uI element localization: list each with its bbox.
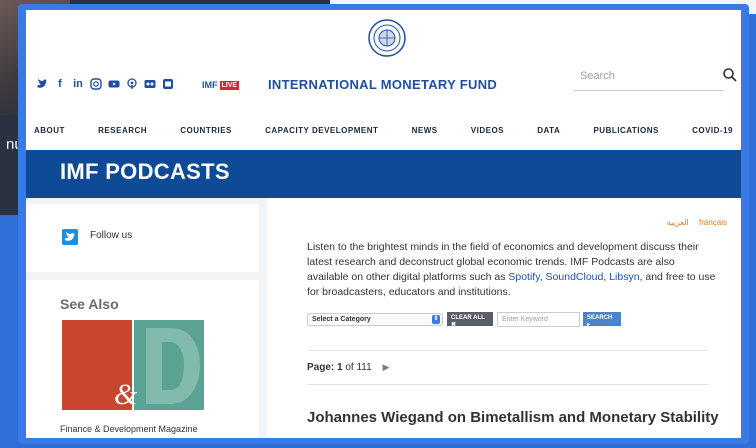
- linkedin-icon[interactable]: in: [72, 78, 84, 90]
- nav-research[interactable]: RESEARCH: [98, 126, 147, 144]
- category-select-value: Select a Category: [312, 316, 371, 323]
- site-header: f in IMF LIVE INTERNATIONAL MONETARY FUN…: [26, 10, 741, 135]
- page-title: IMF PODCASTS: [60, 159, 230, 184]
- nav-covid-19[interactable]: COVID-19: [692, 126, 733, 144]
- fd-caption: Finance & Development Magazine: [60, 424, 198, 434]
- nav-news[interactable]: NEWS: [412, 126, 438, 144]
- category-select[interactable]: Select a Category ⇕: [307, 313, 443, 326]
- libsyn-link[interactable]: Libsyn: [609, 271, 639, 283]
- lang-arabic[interactable]: العربية: [667, 218, 689, 227]
- next-page-icon[interactable]: ▶: [382, 362, 389, 373]
- nav-publications[interactable]: PUBLICATIONS: [593, 126, 658, 144]
- page-banner: IMF PODCASTS: [26, 150, 741, 198]
- close-icon: ✖: [451, 322, 457, 328]
- imf-live-logo[interactable]: IMF LIVE: [202, 80, 240, 90]
- search-input[interactable]: [574, 65, 704, 87]
- page-of: of: [345, 362, 354, 373]
- search-button-label: SEARCH: [587, 315, 613, 321]
- facebook-icon[interactable]: f: [54, 78, 66, 90]
- chevron-down-icon: ⇕: [432, 315, 440, 324]
- site-brand-title[interactable]: INTERNATIONAL MONETARY FUND: [268, 77, 497, 92]
- follow-us-label: Follow us: [90, 230, 133, 241]
- youtube-icon[interactable]: [108, 78, 120, 90]
- nav-about[interactable]: ABOUT: [34, 126, 65, 144]
- play-icon: ▸: [587, 322, 591, 328]
- intro-paragraph: Listen to the brightest minds in the fie…: [307, 240, 717, 300]
- filter-bar: Select a Category ⇕ CLEAR ALL ✖ SEARCH ▸: [307, 312, 727, 328]
- sidebar: Follow us See Also & Finance & Developme…: [26, 198, 267, 438]
- app-icon[interactable]: [162, 78, 174, 90]
- see-also-heading: See Also: [60, 296, 119, 312]
- soundcloud-link[interactable]: SoundCloud: [546, 271, 604, 283]
- instagram-icon[interactable]: [90, 78, 102, 90]
- pagination: Page: 1 of 111 ▶: [307, 362, 389, 373]
- imf-page: f in IMF LIVE INTERNATIONAL MONETARY FUN…: [26, 10, 741, 438]
- page-total: 111: [356, 362, 372, 373]
- language-links: العربية français: [659, 218, 727, 227]
- lang-french[interactable]: français: [699, 218, 727, 227]
- flickr-icon[interactable]: [144, 78, 156, 90]
- imf-live-badge: LIVE: [219, 80, 240, 90]
- imf-live-imf-text: IMF: [202, 80, 218, 90]
- twitter-icon[interactable]: [36, 78, 48, 90]
- fd-magazine-logo[interactable]: &: [62, 320, 204, 410]
- nav-videos[interactable]: VIDEOS: [471, 126, 504, 144]
- see-also-card: See Also & Finance & Development Magazin…: [26, 280, 259, 438]
- main-nav: ABOUT RESEARCH COUNTRIES CAPACITY DEVELO…: [26, 126, 741, 144]
- divider: [307, 350, 709, 351]
- imf-seal-logo[interactable]: [367, 18, 407, 58]
- svg-text:&: &: [114, 378, 138, 410]
- search-icon[interactable]: [722, 67, 738, 83]
- episode-title[interactable]: Johannes Wiegand on Bimetallism and Mone…: [307, 409, 719, 426]
- social-icons: f in: [36, 78, 174, 90]
- spotify-link[interactable]: Spotify: [508, 271, 539, 283]
- twitter-icon[interactable]: [62, 229, 78, 245]
- clear-all-label: CLEAR ALL: [451, 315, 485, 321]
- browser-frame: f in IMF LIVE INTERNATIONAL MONETARY FUN…: [18, 4, 749, 444]
- podcast-icon[interactable]: [126, 78, 138, 90]
- nav-capacity-development[interactable]: CAPACITY DEVELOPMENT: [265, 126, 378, 144]
- nav-countries[interactable]: COUNTRIES: [180, 126, 232, 144]
- divider: [307, 384, 709, 385]
- search-button[interactable]: SEARCH ▸: [583, 312, 621, 328]
- page-label: Page:: [307, 362, 335, 373]
- keyword-input[interactable]: [497, 312, 580, 327]
- clear-all-button[interactable]: CLEAR ALL ✖: [447, 312, 493, 328]
- nav-data[interactable]: DATA: [537, 126, 560, 144]
- follow-card[interactable]: Follow us: [26, 204, 259, 272]
- main-content: العربية français Listen to the brightest…: [307, 198, 727, 438]
- search-box: [574, 65, 737, 91]
- page-current: 1: [337, 362, 343, 373]
